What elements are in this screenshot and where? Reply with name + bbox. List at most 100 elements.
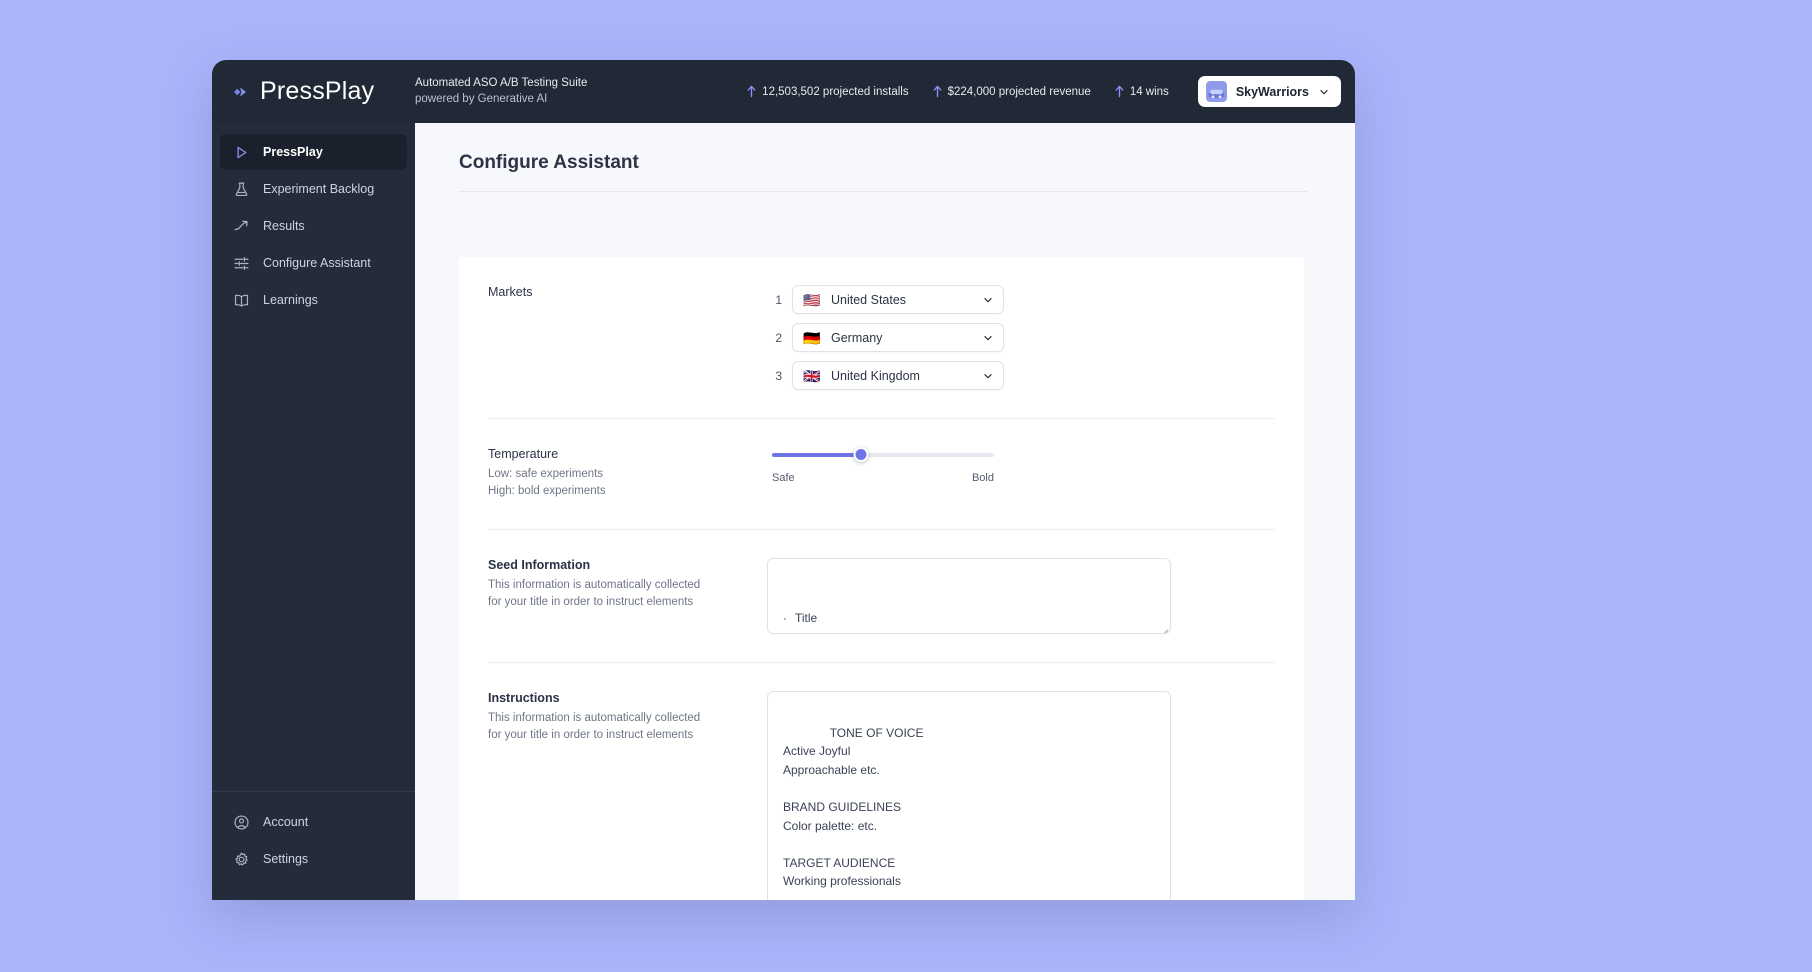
stat-label: $224,000 projected revenue (947, 85, 1091, 98)
seed-item-label: Title (795, 611, 818, 626)
tagline-line-2: powered by Generative AI (415, 92, 548, 105)
brand-name: PressPlay (260, 77, 375, 105)
bullet-icon: · (783, 611, 787, 626)
sidebar-secondary-nav: Account Settings (212, 791, 415, 900)
arrow-up-icon (1115, 85, 1124, 98)
seed-desc: This information is automatically collec… (488, 578, 701, 609)
temperature-desc-2: High: bold experiments (488, 485, 606, 498)
sidebar-item-label: Account (263, 815, 309, 829)
flag-icon: 🇩🇪 (803, 329, 821, 346)
brand[interactable]: PressPlay (212, 77, 415, 106)
flag-icon: 🇬🇧 (803, 367, 821, 384)
instructions-textarea[interactable]: TONE OF VOICE Active Joyful Approachable… (767, 690, 1171, 900)
main-content: Configure Assistant Markets 1 🇺🇸 United … (415, 123, 1355, 900)
chevron-down-icon[interactable] (1318, 86, 1330, 98)
instructions-label-group: Instructions This information is automat… (488, 691, 767, 900)
sidebar-divider (212, 791, 415, 792)
instructions-desc: This information is automatically collec… (488, 711, 701, 742)
flag-icon: 🇺🇸 (803, 291, 821, 308)
market-name: United Kingdom (831, 368, 920, 383)
app-avatar-icon (1205, 81, 1227, 102)
slider-fill (772, 453, 861, 457)
sidebar-item-learnings[interactable]: Learnings (220, 282, 407, 318)
trend-up-icon (234, 220, 248, 230)
arrow-up-icon (747, 85, 756, 98)
account-switcher[interactable]: SkyWarriors (1197, 76, 1341, 107)
sidebar: PressPlay Experiment Backlog Results Con… (212, 123, 415, 900)
tagline-line-1: Automated ASO A/B Testing Suite (415, 76, 588, 89)
instructions-label: Instructions (488, 690, 560, 705)
sidebar-item-experiment-backlog[interactable]: Experiment Backlog (220, 171, 407, 207)
window-bottom-edge (212, 899, 1355, 900)
seed-item: · Title (783, 609, 1155, 628)
chevron-down-icon[interactable] (982, 370, 994, 382)
book-open-icon (234, 294, 249, 307)
sidebar-item-pressplay[interactable]: PressPlay (220, 134, 407, 170)
stat-label: 14 wins (1129, 85, 1169, 98)
sidebar-item-label: Results (263, 219, 305, 233)
sidebar-item-label: PressPlay (263, 145, 323, 159)
sidebar-item-label: Learnings (263, 293, 318, 307)
seed-information-textarea[interactable]: · Title · Long description · Top 100 hel… (767, 557, 1171, 634)
stat-projected-installs: 12,503,502 projected installs (746, 85, 909, 98)
configuration-card: Markets 1 🇺🇸 United States 2 🇩🇪 Germany … (459, 257, 1304, 900)
page-title: Configure Assistant (459, 152, 639, 173)
slider-min-label: Safe (772, 472, 795, 484)
seed-information-row: Seed Information This information is aut… (459, 530, 1304, 663)
user-circle-icon (234, 814, 249, 830)
title-divider (459, 191, 1308, 192)
sidebar-item-settings[interactable]: Settings (220, 841, 407, 877)
market-name: United States (831, 292, 907, 307)
sidebar-item-results[interactable]: Results (220, 208, 407, 244)
market-row: 1 🇺🇸 United States (773, 285, 1275, 314)
temperature-slider[interactable] (772, 447, 994, 463)
temperature-row: Temperature Low: safe experiments High: … (459, 419, 1304, 530)
market-index: 2 (775, 330, 782, 345)
markets-row: Markets 1 🇺🇸 United States 2 🇩🇪 Germany … (459, 257, 1304, 419)
sidebar-primary-nav: PressPlay Experiment Backlog Results Con… (212, 123, 415, 319)
resize-grip-icon[interactable] (1157, 620, 1169, 633)
market-name: Germany (831, 330, 883, 345)
slider-max-label: Bold (971, 472, 994, 484)
sidebar-item-account[interactable]: Account (220, 804, 407, 840)
market-row: 3 🇬🇧 United Kingdom (773, 361, 1275, 390)
slider-thumb[interactable] (853, 447, 869, 462)
topbar-stats: 12,503,502 projected installs $224,000 p… (746, 76, 1355, 107)
market-index: 3 (775, 368, 782, 383)
chevron-down-icon[interactable] (982, 332, 994, 344)
markets-list: 1 🇺🇸 United States 2 🇩🇪 Germany 3 🇬🇧 Uni… (767, 285, 1275, 390)
seed-label: Seed Information (488, 557, 591, 572)
play-triangle-icon (237, 146, 247, 158)
markets-label-group: Markets (488, 285, 767, 390)
seed-label-group: Seed Information This information is aut… (488, 558, 767, 634)
stat-wins: 14 wins (1114, 85, 1169, 98)
market-row: 2 🇩🇪 Germany (773, 323, 1275, 352)
slider-end-labels: Safe Bold (772, 472, 994, 484)
stat-projected-revenue: $224,000 projected revenue (932, 85, 1091, 98)
market-select-3[interactable]: 🇬🇧 United Kingdom (792, 361, 1004, 390)
top-bar: PressPlay Automated ASO A/B Testing Suit… (212, 60, 1355, 123)
sidebar-item-label: Configure Assistant (263, 256, 371, 270)
temperature-label-group: Temperature Low: safe experiments High: … (488, 447, 767, 501)
markets-label: Markets (488, 285, 533, 299)
app-window: PressPlay Automated ASO A/B Testing Suit… (212, 60, 1355, 900)
play-diamond-icon (234, 86, 246, 97)
sliders-icon (234, 256, 249, 270)
market-index: 1 (775, 292, 782, 307)
arrow-up-icon (933, 85, 942, 98)
sidebar-item-label: Settings (263, 852, 309, 866)
market-select-1[interactable]: 🇺🇸 United States (792, 285, 1004, 314)
instructions-value: TONE OF VOICE Active Joyful Approachable… (783, 725, 924, 889)
market-select-2[interactable]: 🇩🇪 Germany (792, 323, 1004, 352)
sidebar-item-label: Experiment Backlog (263, 182, 375, 196)
stat-label: 12,503,502 projected installs (762, 85, 909, 98)
temperature-desc-1: Low: safe experiments (488, 468, 604, 480)
temperature-label: Temperature (488, 447, 559, 461)
chevron-down-icon[interactable] (982, 294, 994, 306)
flask-icon (235, 182, 248, 196)
tagline: Automated ASO A/B Testing Suite powered … (415, 76, 587, 108)
sidebar-item-configure-assistant[interactable]: Configure Assistant (220, 245, 407, 281)
account-name: SkyWarriors (1235, 84, 1309, 99)
instructions-row: Instructions This information is automat… (459, 663, 1304, 900)
gear-icon (235, 851, 248, 865)
